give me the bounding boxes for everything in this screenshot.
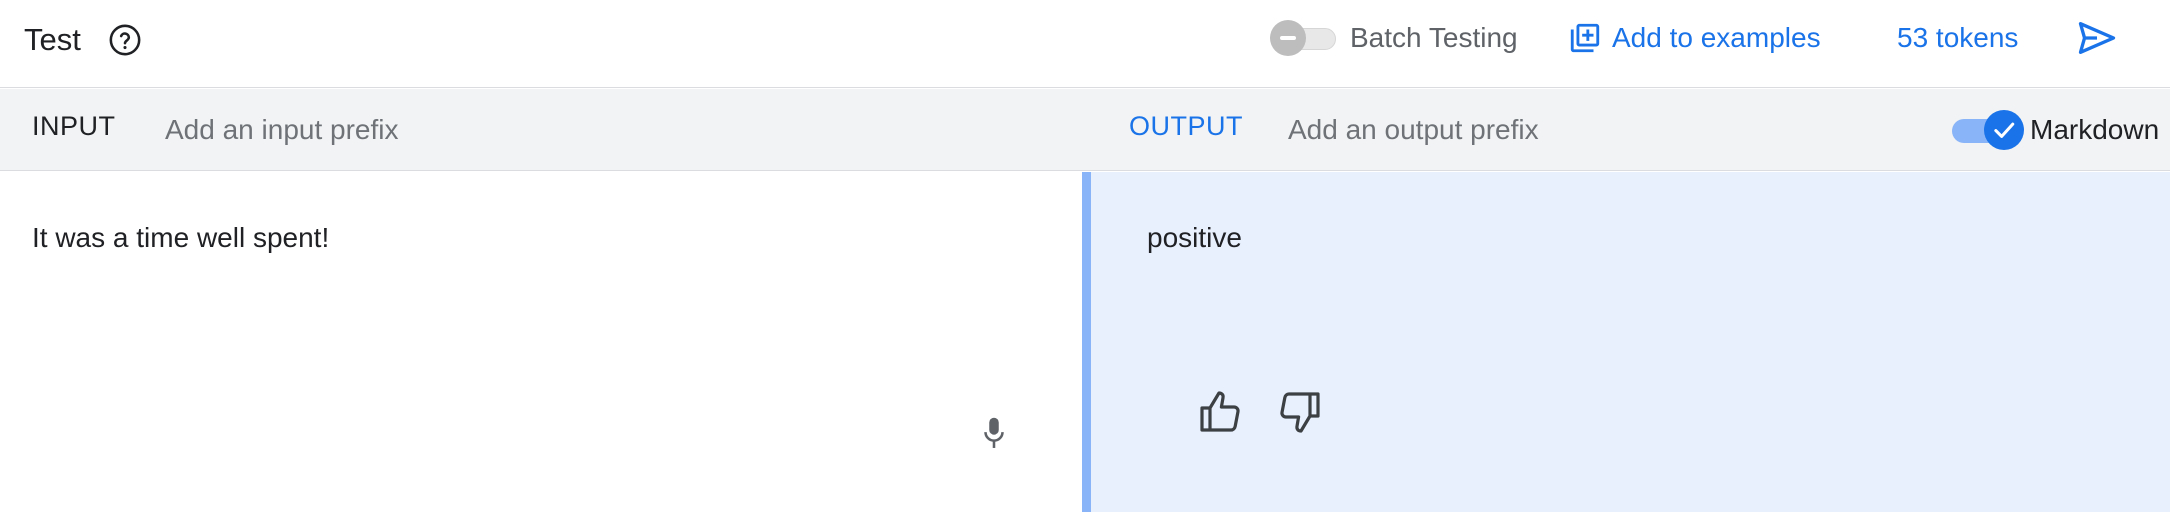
batch-testing-label: Batch Testing bbox=[1350, 22, 1518, 53]
help-icon[interactable] bbox=[108, 23, 142, 57]
input-column-label: INPUT bbox=[32, 111, 116, 141]
thumb-up-icon[interactable] bbox=[1197, 388, 1245, 436]
prefix-bar: INPUT OUTPUT Markdown bbox=[0, 89, 2170, 171]
output-pane: positive bbox=[1082, 172, 2170, 512]
input-prefix-field[interactable] bbox=[150, 107, 1050, 153]
add-to-examples-label: Add to examples bbox=[1612, 22, 1821, 53]
input-pane[interactable]: It was a time well spent! bbox=[0, 172, 1082, 512]
output-column-label: OUTPUT bbox=[1129, 111, 1243, 141]
output-text: positive bbox=[1147, 222, 1242, 253]
batch-testing-switch[interactable] bbox=[1268, 18, 1340, 58]
markdown-toggle[interactable]: Markdown bbox=[1950, 107, 2159, 153]
library-add-icon bbox=[1570, 23, 1600, 53]
send-icon[interactable] bbox=[2074, 16, 2120, 60]
output-prefix-field[interactable] bbox=[1272, 107, 1872, 153]
batch-testing-toggle[interactable]: Batch Testing bbox=[1268, 18, 1518, 58]
markdown-label: Markdown bbox=[2030, 114, 2160, 145]
markdown-switch[interactable] bbox=[1950, 107, 2026, 153]
add-to-examples-button[interactable]: Add to examples bbox=[1568, 18, 1821, 58]
thumb-down-icon[interactable] bbox=[1275, 388, 1323, 436]
token-count: 53 tokens bbox=[1897, 22, 2019, 53]
check-icon bbox=[1994, 122, 2015, 138]
input-text[interactable]: It was a time well spent! bbox=[32, 222, 329, 254]
microphone-icon[interactable] bbox=[980, 416, 1008, 450]
page-title: Test bbox=[24, 22, 81, 57]
top-toolbar: Test Batch Testing Add to examples 53 to… bbox=[0, 0, 2170, 88]
